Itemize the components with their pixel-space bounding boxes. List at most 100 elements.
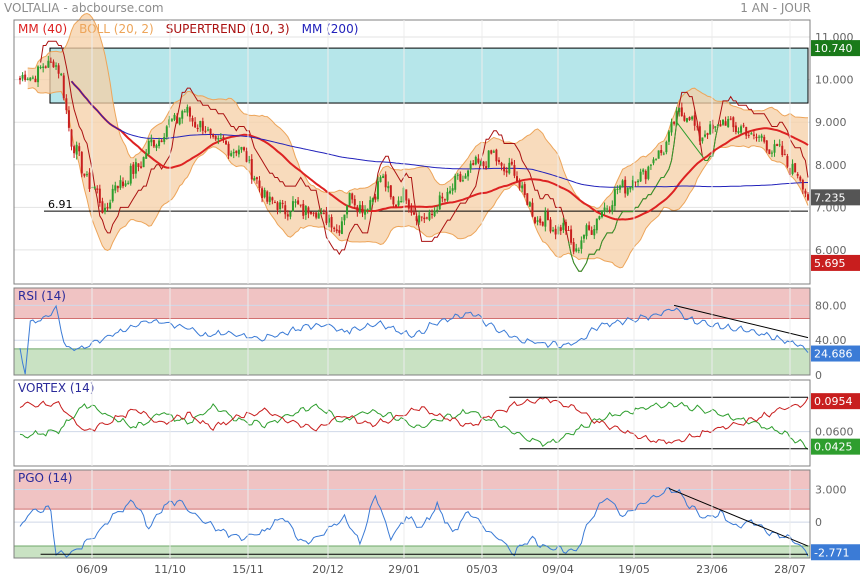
candle-body: [552, 229, 555, 232]
candle-body: [289, 211, 292, 217]
candle-body: [662, 153, 665, 155]
candle-body: [302, 203, 305, 216]
candle-body: [791, 163, 794, 174]
candle-body: [649, 164, 652, 166]
candle-body: [634, 181, 637, 183]
candle-body: [758, 136, 761, 138]
candle-body: [232, 152, 235, 154]
candle-body: [734, 125, 737, 133]
rsi-label: RSI (14): [18, 289, 66, 303]
candle-body: [588, 225, 591, 230]
candle-body: [335, 229, 338, 232]
candle-body: [572, 242, 575, 252]
candle-body: [413, 212, 415, 215]
candle-body: [667, 131, 670, 142]
legend-item-3: MM (200): [302, 22, 359, 36]
candle-body: [147, 140, 150, 154]
vortex-label: VORTEX (14): [18, 381, 95, 395]
candle-body: [438, 195, 441, 210]
candle-body: [317, 213, 320, 219]
candle-body: [387, 186, 390, 189]
x-tick-label: 11/10: [154, 563, 186, 576]
x-tick-label: 20/12: [312, 563, 344, 576]
candle-body: [103, 207, 106, 212]
candle-body: [642, 169, 645, 172]
candle-body: [747, 135, 750, 137]
candle-body: [73, 146, 76, 154]
candle-body: [93, 186, 96, 189]
candle-body: [227, 143, 230, 156]
candle-body: [729, 118, 732, 120]
candle-body: [474, 156, 477, 165]
candle-body: [804, 190, 807, 194]
candle-body: [312, 212, 315, 214]
candle-body: [624, 179, 627, 194]
candle-body: [477, 158, 480, 163]
candle-body: [165, 126, 168, 137]
candle-body: [67, 110, 70, 128]
price-tick-label: 10.000: [815, 74, 854, 87]
candle-body: [719, 124, 722, 127]
candle-body: [382, 175, 385, 179]
candle-body: [619, 185, 622, 190]
candle-body: [673, 121, 676, 124]
candle-body: [446, 191, 449, 201]
candle-body: [505, 170, 508, 173]
candle-body: [230, 153, 233, 156]
candle-body: [42, 66, 45, 68]
candle-body: [740, 126, 743, 133]
candle-body: [482, 161, 485, 167]
candle-body: [222, 137, 225, 141]
candle-body: [773, 144, 776, 153]
candle-body: [469, 163, 472, 170]
candle-body: [428, 212, 431, 220]
candle-body: [461, 180, 464, 182]
candle-body: [315, 212, 318, 218]
candle-body: [714, 126, 717, 128]
candle-body: [397, 200, 400, 206]
candle-body: [279, 202, 282, 210]
candle-body: [742, 125, 745, 127]
candle-body: [155, 145, 158, 148]
candle-body: [122, 181, 125, 187]
candle-body: [611, 205, 614, 212]
candle-body: [214, 136, 217, 140]
candle-body: [309, 211, 312, 214]
candle-body: [132, 164, 135, 174]
candle-body: [240, 146, 243, 150]
candle-body: [593, 229, 596, 236]
candle-body: [433, 210, 436, 216]
candle-body: [807, 194, 809, 200]
candle-body: [657, 150, 660, 159]
candle-body: [106, 206, 109, 209]
candle-body: [37, 66, 40, 83]
candle-body: [291, 201, 294, 212]
candle-body: [217, 138, 220, 140]
candle-body: [575, 248, 578, 252]
candle-body: [245, 151, 248, 162]
candle-body: [160, 140, 163, 143]
candle-body: [639, 171, 642, 182]
candle-body: [544, 211, 547, 227]
candle-body: [518, 181, 521, 188]
candle-body: [410, 207, 413, 213]
x-tick-label: 19/05: [618, 563, 650, 576]
chart-svg: 6.916.0007.0008.0009.00010.00011.00010.7…: [13, 12, 860, 576]
pgo-label: PGO (14): [18, 471, 72, 485]
x-tick-label: 15/11: [232, 563, 264, 576]
candle-body: [626, 187, 629, 195]
candle-body: [49, 61, 52, 63]
candle-body: [212, 134, 215, 137]
price-tick-label: 8.000: [815, 159, 847, 172]
candle-body: [338, 230, 341, 233]
candle-body: [660, 150, 663, 153]
candle-body: [528, 202, 531, 207]
candle-body: [688, 117, 691, 120]
candle-body: [75, 144, 78, 155]
candle-body: [19, 78, 21, 80]
candle-body: [219, 138, 222, 140]
candle-body: [503, 166, 506, 172]
candle-body: [400, 201, 403, 203]
candle-body: [276, 202, 279, 210]
candle-body: [237, 149, 240, 155]
